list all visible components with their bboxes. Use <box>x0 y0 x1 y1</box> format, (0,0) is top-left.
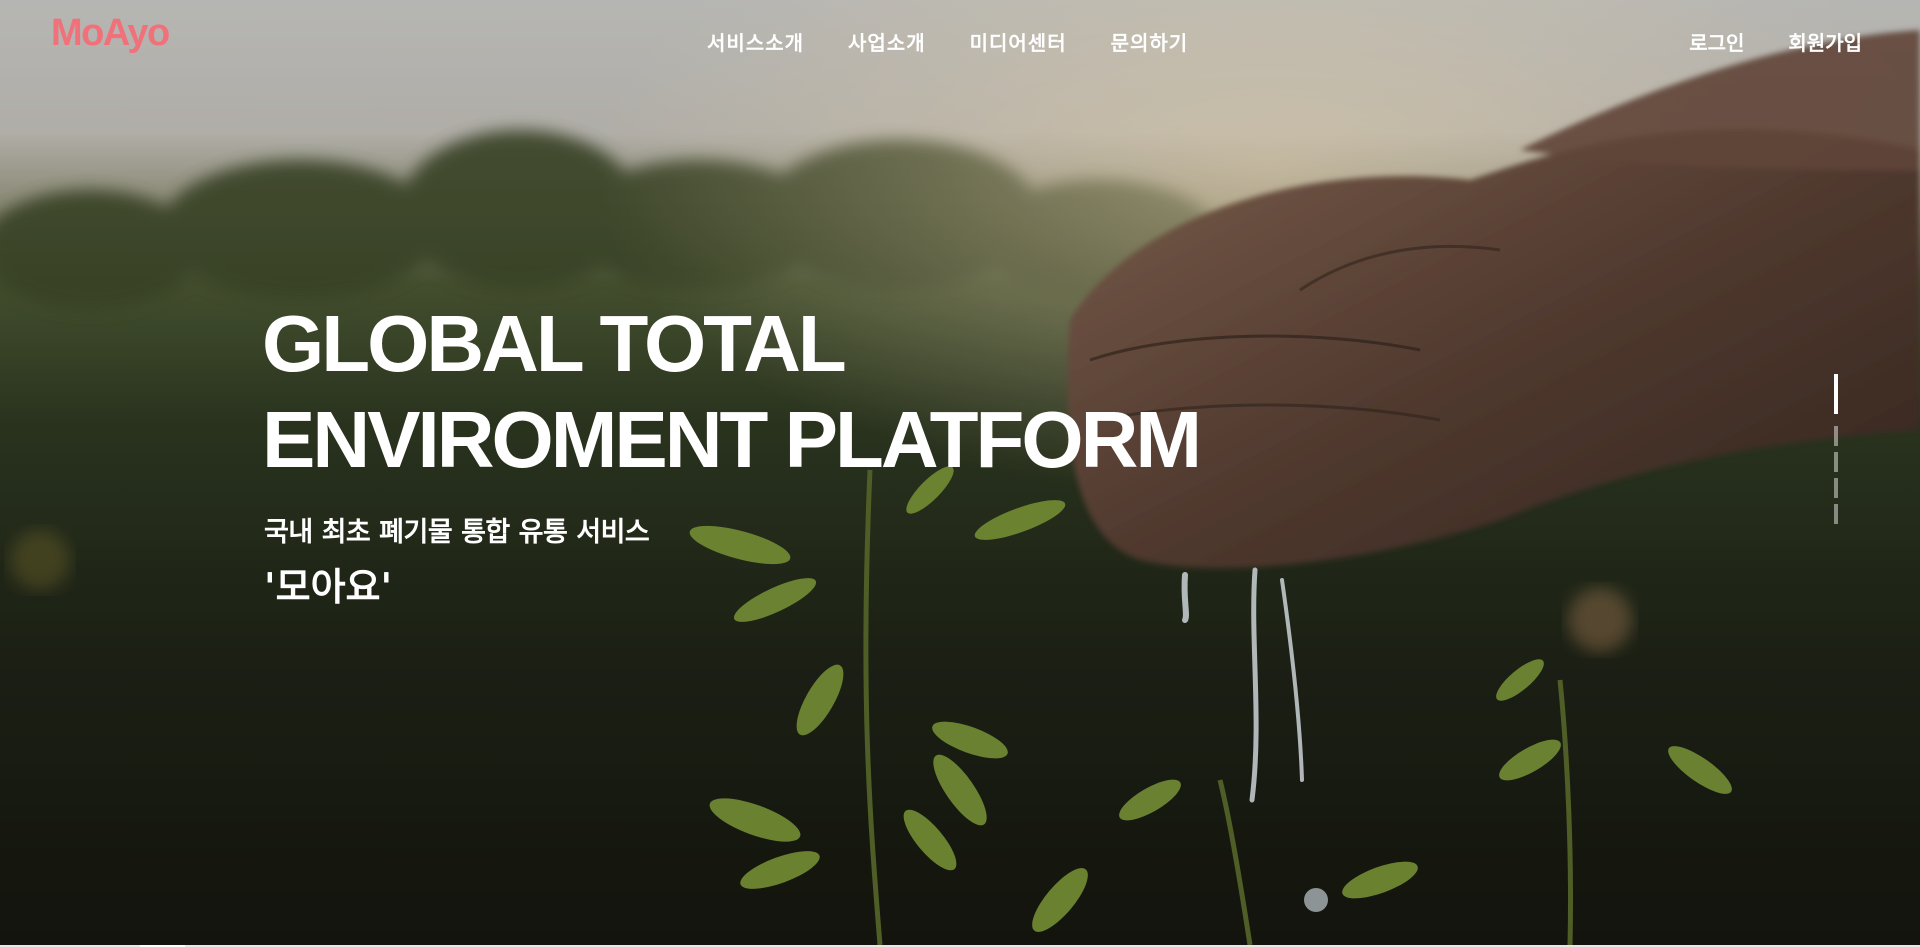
slide-indicator-dot[interactable] <box>1834 426 1838 446</box>
nav-item-contact[interactable]: 문의하기 <box>1111 27 1189 56</box>
logo[interactable]: MoAyo <box>51 12 170 55</box>
nav-item-business-intro[interactable]: 사업소개 <box>848 27 926 56</box>
auth-links: 로그인 회원가입 <box>1645 27 1862 56</box>
nav-item-media-center[interactable]: 미디어센터 <box>970 27 1067 56</box>
slide-indicator-dot[interactable] <box>1834 504 1838 524</box>
hero-subtitle: 국내 최초 폐기물 통합 유통 서비스 <box>264 517 650 548</box>
hero-section: MoAyo 서비스소개 사업소개 미디어센터 문의하기 로그인 회원가입 GLO… <box>0 0 1920 945</box>
slide-indicator-dot[interactable] <box>1834 478 1838 498</box>
hero-brand-name: '모아요' <box>264 565 393 609</box>
nav-item-service-intro[interactable]: 서비스소개 <box>707 27 804 56</box>
hero-title: GLOBAL TOTAL ENVIROMENT PLATFORM <box>262 296 1202 488</box>
slide-indicator <box>1834 374 1840 530</box>
slide-indicator-active[interactable] <box>1834 374 1838 414</box>
main-nav: 서비스소개 사업소개 미디어센터 문의하기 <box>707 27 1232 56</box>
slide-indicator-dot[interactable] <box>1834 452 1838 472</box>
signup-link[interactable]: 회원가입 <box>1788 27 1862 56</box>
hero-title-line2: ENVIROMENT PLATFORM <box>262 395 1202 484</box>
login-link[interactable]: 로그인 <box>1689 27 1744 56</box>
hero-title-line1: GLOBAL TOTAL <box>262 299 847 388</box>
